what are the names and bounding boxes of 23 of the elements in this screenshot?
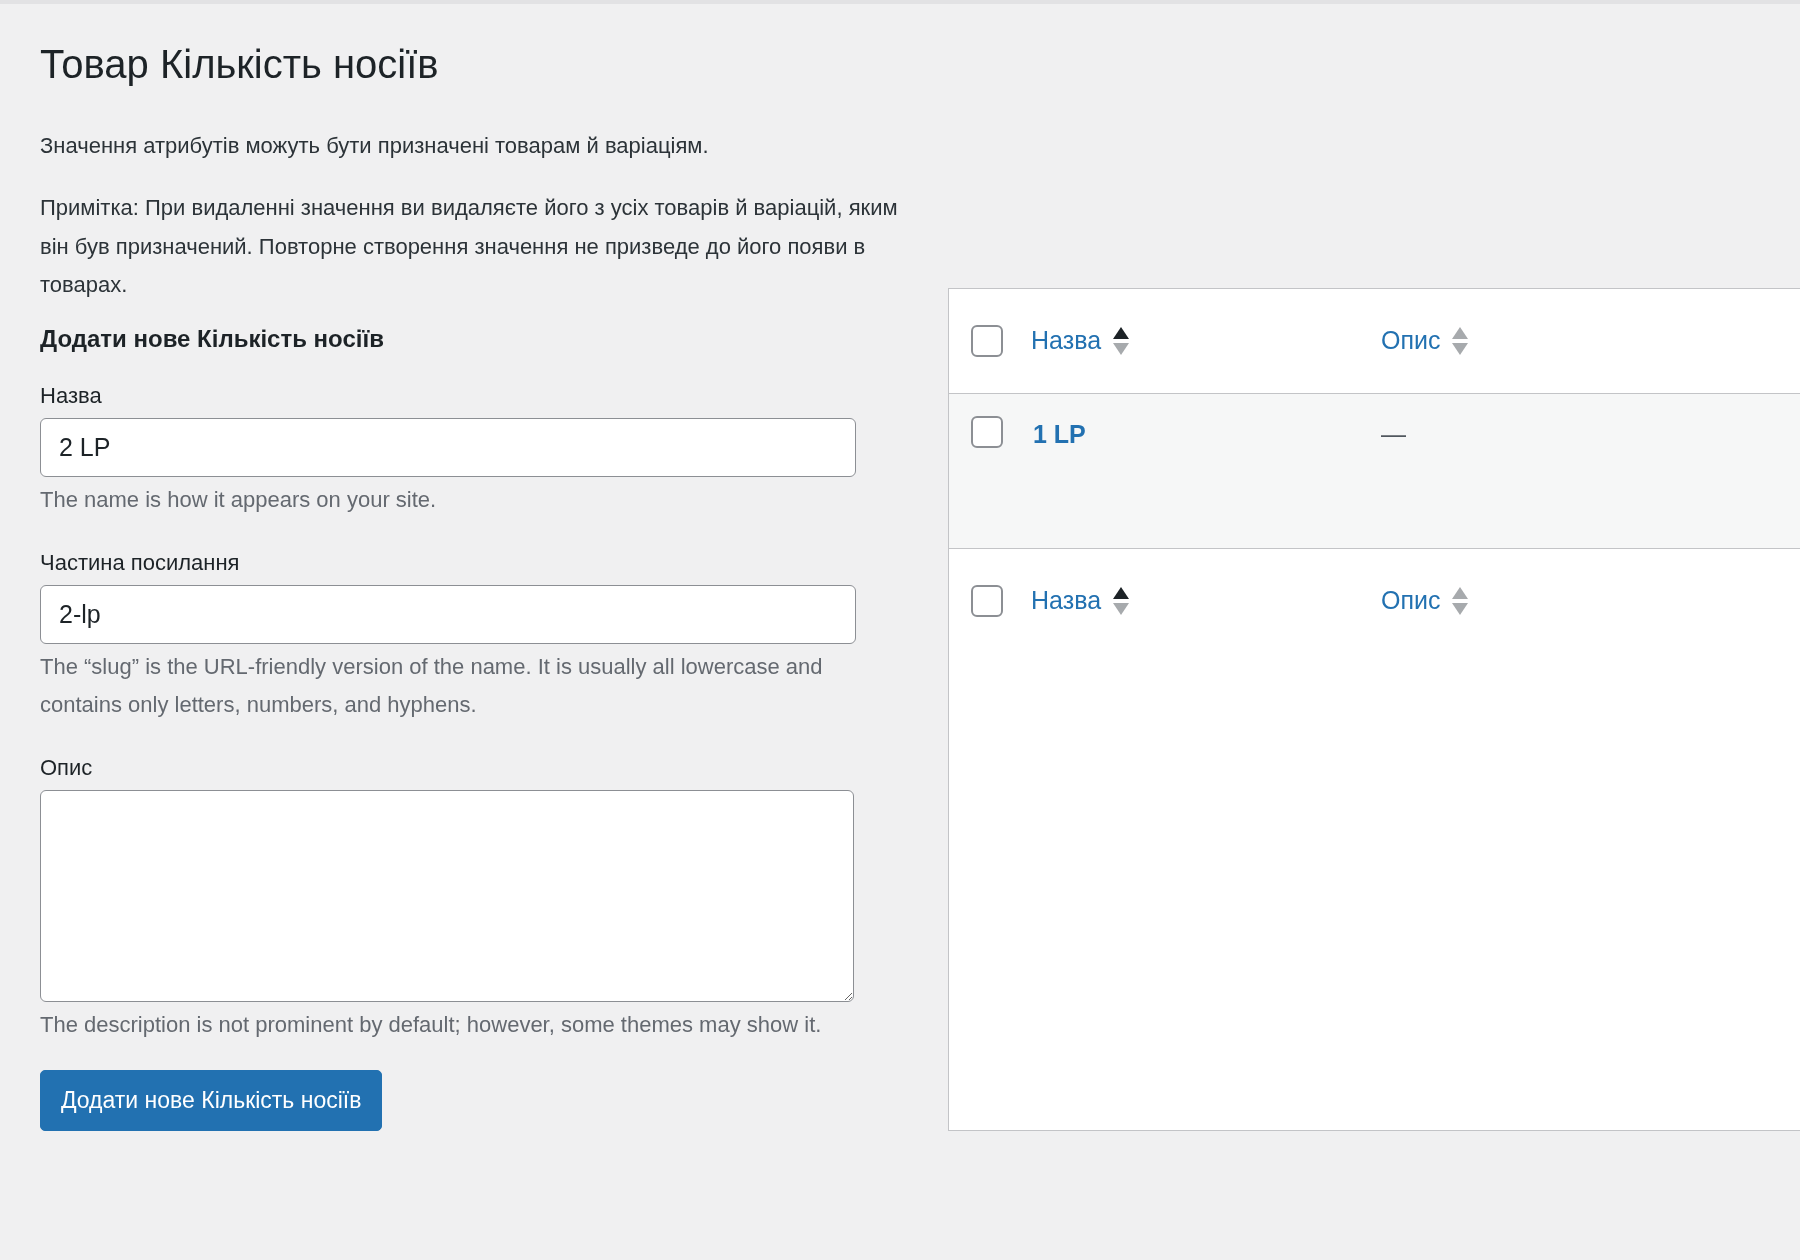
row-checkbox[interactable] [971, 416, 1003, 448]
column-sort-link[interactable]: Опис [1381, 582, 1441, 620]
help-text: The description is not prominent by default; however, some themes may show it. [40, 1011, 823, 1039]
select-all-checkbox[interactable] [971, 585, 1003, 617]
term-name-link[interactable]: 1 LP [1031, 416, 1381, 454]
select-all-checkbox[interactable] [971, 325, 1003, 357]
help-text: The “slug” is the URL-friendly version of the name. It is usually all lowercase and contains only letters, numbers, and hyphens. [40, 653, 824, 720]
intro-text: Значення атрибутів можуть бути призначені товарам й варіаціям. [40, 132, 710, 160]
page-title: Товар Кількість носіїв [40, 41, 440, 88]
column-sort-link[interactable]: Назва [1031, 322, 1102, 360]
form-heading: Додати нове Кількість носіїв [40, 324, 385, 354]
field-label: Назва [40, 382, 103, 411]
column-sort-link[interactable]: Опис [1381, 322, 1441, 360]
field-label: Частина посилання [40, 549, 241, 577]
help-text: The name is how it appears on your site. [40, 486, 438, 515]
description-field[interactable] [40, 790, 854, 1002]
field-label: Опис [40, 754, 94, 782]
text-field[interactable]: 2 LP [40, 418, 856, 478]
text-field[interactable]: 2-lp [40, 585, 856, 644]
submit-button[interactable]: Додати нове Кількість носіїв [40, 1070, 383, 1131]
description-cell-text: — [1381, 419, 1406, 450]
column-sort-link[interactable]: Назва [1031, 582, 1102, 620]
note-text: Примітка: При видаленні значення ви видаляєте його з усіх товарів й варіацій, яким він був призначений. Повторне створення значення не призведе до його появи в товарах. [40, 194, 899, 300]
